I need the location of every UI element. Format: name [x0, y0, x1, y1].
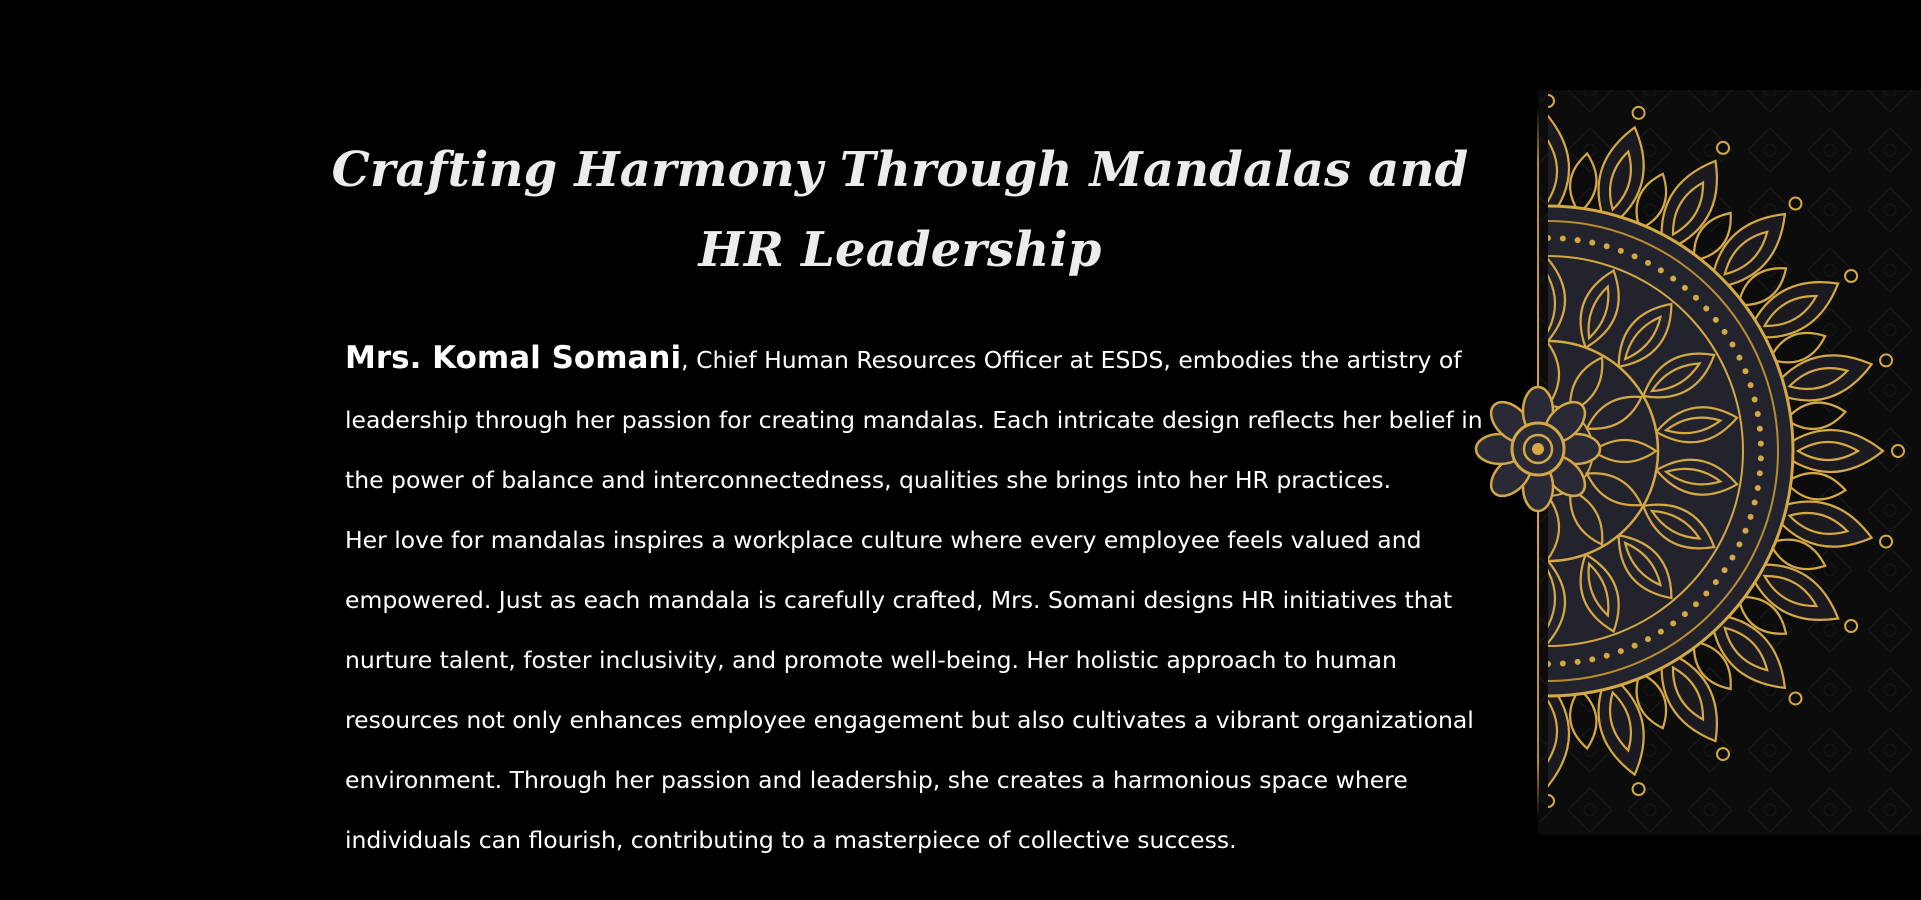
mandala-ornament [1703, 590, 1710, 597]
mandala-ornament [1589, 239, 1596, 246]
mandala-ornament [1670, 620, 1677, 627]
mandala-ornament [1681, 611, 1688, 618]
mandala-ornament [1603, 243, 1610, 250]
mandala-icon [1474, 90, 1921, 835]
page-title: Crafting Harmony Through Mandalas and HR… [331, 142, 1469, 278]
mandala-ornament [1751, 396, 1758, 403]
mandala-ornament [1681, 284, 1688, 291]
banner: Crafting Harmony Through Mandalas and HR… [0, 0, 1921, 900]
mandala-ornament [1742, 527, 1749, 534]
paragraph-intro: Mrs. Komal Somani, Chief Human Resources… [345, 328, 1485, 510]
mandala-ornament [1589, 656, 1596, 663]
mandala-ornament [1756, 470, 1763, 477]
mandala-ornament [1729, 341, 1736, 348]
mandala-ornament [1644, 259, 1651, 266]
mandala-ornament [1757, 440, 1764, 447]
mandala-ornament [1712, 579, 1719, 586]
person-name: Mrs. Komal Somani [345, 340, 682, 376]
mandala-ornament [1751, 499, 1758, 506]
mandala-ornament [1703, 305, 1710, 312]
mandala-ornament [1617, 247, 1624, 254]
mandala-ornament [1754, 484, 1761, 491]
profile-text: Mrs. Komal Somani, Chief Human Resources… [345, 328, 1485, 870]
mandala-ornament [1742, 368, 1749, 375]
mandala-ornament [1603, 652, 1610, 659]
mandala-ornament [1692, 294, 1699, 301]
mandala-ornament [1644, 636, 1651, 643]
mandala-ornament [1729, 554, 1736, 561]
mandala-ornament [1670, 275, 1677, 282]
mandala-ornament [1657, 628, 1664, 635]
mandala-ornament [1631, 642, 1638, 649]
mandala-ornament [1559, 660, 1566, 667]
mandala-ornament [1692, 601, 1699, 608]
mandala-ornament [1657, 267, 1664, 274]
mandala-ornament [1736, 541, 1743, 548]
mandala-ornament [1756, 425, 1763, 432]
paragraph-culture: Her love for mandalas inspires a workpla… [345, 526, 1474, 854]
mandala-ornament [1712, 316, 1719, 323]
mandala-ornament [1559, 235, 1566, 242]
mandala-ornament [1721, 328, 1728, 335]
mandala-ornament [1757, 455, 1764, 462]
main-content: Crafting Harmony Through Mandalas and HR… [330, 130, 1490, 870]
mandala-ornament [1747, 382, 1754, 389]
mandala-ornament [1574, 237, 1581, 244]
mandala-ornament [1631, 253, 1638, 260]
mandala-ornament [1747, 513, 1754, 520]
mandala-ornament [1574, 658, 1581, 665]
mandala-ornament [1754, 411, 1761, 418]
mandala-ornament [1721, 567, 1728, 574]
mandala-ornament [1736, 354, 1743, 361]
mandala-ornament [1617, 648, 1624, 655]
